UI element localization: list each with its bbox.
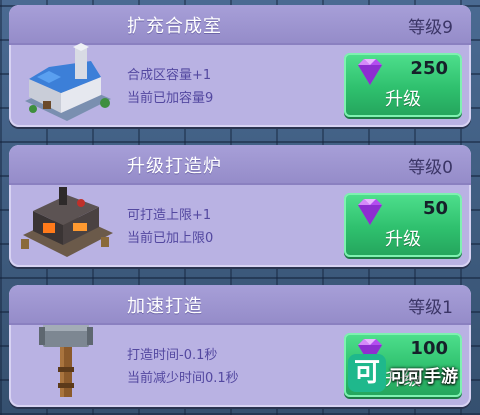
card-current-status: 当前已加容量9 — [127, 91, 214, 106]
watermark-text: 可可手游 — [390, 367, 458, 387]
gem-cost: 250 — [410, 58, 448, 79]
upgrade-button[interactable]: 50 升级 — [344, 193, 462, 257]
card-description: 打造时间-0.1秒 — [127, 348, 218, 363]
upgrade-button-label: 升级 — [385, 89, 421, 110]
upgrade-card-forge: 升级打造炉 等级0 可打造上限+1 当前已加上限0 50 升级 — [9, 145, 471, 267]
upgrade-card-expand-synthesis-room: 扩充合成室 等级9 合成区容量+1 当前已加容量9 250 升级 — [9, 5, 471, 127]
gem-cost: 50 — [422, 198, 448, 219]
card-header — [9, 5, 471, 45]
purple-gem-icon — [358, 59, 382, 85]
card-level: 等级0 — [408, 158, 453, 178]
card-title: 加速打造 — [127, 296, 203, 317]
purple-gem-icon — [358, 199, 382, 225]
card-description: 合成区容量+1 — [127, 68, 212, 83]
hammer-icon — [39, 325, 93, 397]
card-header — [9, 145, 471, 185]
card-title: 升级打造炉 — [127, 156, 222, 177]
upgrade-button-label: 升级 — [385, 229, 421, 250]
card-current-status: 当前已加上限0 — [127, 231, 214, 246]
card-header — [9, 285, 471, 325]
watermark-logo: 可 — [348, 354, 386, 392]
forge-building-icon — [21, 187, 113, 257]
watermark: 可 可可手游 — [348, 352, 472, 398]
card-description: 可打造上限+1 — [127, 208, 212, 223]
upgrade-button[interactable]: 250 升级 — [344, 53, 462, 117]
card-level: 等级9 — [408, 18, 453, 38]
castle-building-icon — [25, 43, 111, 121]
card-level: 等级1 — [408, 298, 453, 318]
card-current-status: 当前减少时间0.1秒 — [127, 371, 239, 386]
card-title: 扩充合成室 — [127, 16, 222, 37]
